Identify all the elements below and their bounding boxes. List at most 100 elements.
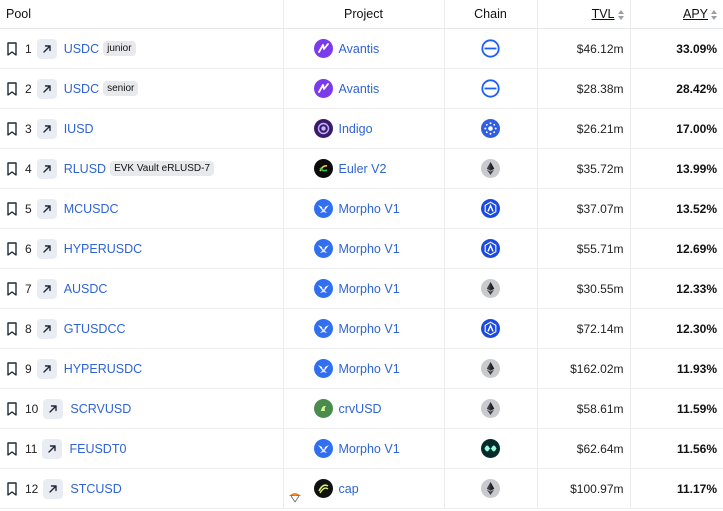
pool-symbol-link[interactable]: GTUSDCC	[64, 322, 126, 336]
external-link-button[interactable]	[36, 158, 57, 179]
bookmark-icon[interactable]	[6, 41, 18, 56]
chain-cell	[444, 68, 538, 109]
project-link[interactable]: Morpho V1	[339, 442, 400, 456]
rank-number: 5	[25, 201, 32, 216]
external-link-button[interactable]	[36, 118, 57, 139]
project-link[interactable]: Indigo	[339, 122, 373, 136]
avantis-logo	[313, 39, 333, 58]
external-link-button[interactable]	[43, 398, 64, 419]
pool-symbol-link[interactable]: MCUSDC	[64, 202, 119, 216]
rank-number: 7	[25, 281, 32, 296]
external-link-button[interactable]	[43, 478, 64, 499]
external-link-button[interactable]	[36, 238, 57, 259]
tvl-value: $62.64m	[537, 428, 631, 469]
bookmark-icon[interactable]	[6, 201, 18, 216]
project-cell: Morpho V1	[283, 348, 445, 389]
bookmark-icon[interactable]	[6, 361, 18, 376]
external-link-button[interactable]	[36, 38, 57, 59]
pools-table: Pool Project Chain TVL APY 1 USDC junior…	[0, 0, 723, 509]
pool-cell: 3 IUSD	[0, 108, 284, 149]
bookmark-icon[interactable]	[6, 121, 18, 136]
arrow-up-right-icon	[42, 84, 51, 93]
apy-value: 13.52%	[630, 188, 723, 229]
table-row: 10 SCRVUSD crvUSD $58.61m 11.59%	[0, 388, 723, 429]
chain-header-label: Chain	[474, 7, 507, 21]
pool-symbol-link[interactable]: AUSDC	[64, 282, 108, 296]
table-row: 8 GTUSDCC Morpho V1 $72.14m 12.30%	[0, 308, 723, 349]
morpho-logo	[313, 319, 333, 338]
pool-symbol-link[interactable]: IUSD	[64, 122, 94, 136]
bookmark-icon[interactable]	[6, 321, 18, 336]
pool-column-header: Pool	[0, 0, 284, 29]
external-link-button[interactable]	[36, 198, 57, 219]
chain-cell	[444, 308, 538, 349]
pool-cell: 6 HYPERUSDC	[0, 228, 284, 269]
project-link[interactable]: Avantis	[339, 42, 380, 56]
tvl-value: $26.21m	[537, 108, 631, 149]
project-link[interactable]: Morpho V1	[339, 242, 400, 256]
table-row: 12 STCUSD cap $100.97m 11.17%	[0, 468, 723, 509]
arrow-up-right-icon	[42, 284, 51, 293]
tvl-value: $30.55m	[537, 268, 631, 309]
project-header-label: Project	[344, 7, 383, 21]
arrow-up-right-icon	[42, 44, 51, 53]
project-cell: Avantis	[283, 68, 445, 109]
apy-value: 33.09%	[630, 28, 723, 69]
external-link-button[interactable]	[42, 438, 63, 459]
bookmark-icon[interactable]	[6, 441, 18, 456]
chain-cell	[444, 468, 538, 509]
project-link[interactable]: Morpho V1	[339, 202, 400, 216]
project-column-header: Project	[283, 0, 445, 29]
pool-symbol-link[interactable]: USDC	[64, 82, 99, 96]
apy-value: 11.59%	[630, 388, 723, 429]
tvl-value: $55.71m	[537, 228, 631, 269]
bookmark-icon[interactable]	[6, 161, 18, 176]
table-row: 11 FEUSDT0 Morpho V1 $62.64m 11.56%	[0, 428, 723, 469]
pool-symbol-link[interactable]: SCRVUSD	[70, 402, 131, 416]
project-link[interactable]: Morpho V1	[339, 322, 400, 336]
chain-cell	[444, 428, 538, 469]
pool-cell: 4 RLUSD EVK Vault eRLUSD-7	[0, 148, 284, 189]
apy-sort-header[interactable]: APY	[630, 0, 723, 29]
tvl-header-label[interactable]: TVL	[592, 7, 615, 21]
external-link-button[interactable]	[36, 358, 57, 379]
arrow-up-right-icon	[49, 404, 58, 413]
morpho-logo	[313, 359, 333, 378]
bookmark-icon[interactable]	[6, 481, 18, 496]
tvl-value: $162.02m	[537, 348, 631, 389]
project-link[interactable]: crvUSD	[339, 402, 382, 416]
pool-symbol-link[interactable]: HYPERUSDC	[64, 242, 143, 256]
tvl-value: $28.38m	[537, 68, 631, 109]
apy-value: 13.99%	[630, 148, 723, 189]
project-cell: Morpho V1	[283, 308, 445, 349]
apy-header-label[interactable]: APY	[683, 7, 708, 21]
tvl-value: $72.14m	[537, 308, 631, 349]
bookmark-icon[interactable]	[6, 281, 18, 296]
external-link-button[interactable]	[36, 318, 57, 339]
pool-symbol-link[interactable]: HYPERUSDC	[64, 362, 143, 376]
project-link[interactable]: Avantis	[339, 82, 380, 96]
project-link[interactable]: Morpho V1	[339, 282, 400, 296]
pool-cell: 2 USDC senior	[0, 68, 284, 109]
base-chain-icon	[481, 79, 500, 98]
arrow-up-right-icon	[42, 204, 51, 213]
arbitrum-chain-icon	[481, 199, 500, 218]
project-link[interactable]: Morpho V1	[339, 362, 400, 376]
pool-symbol-link[interactable]: STCUSD	[70, 482, 121, 496]
external-link-button[interactable]	[36, 278, 57, 299]
tvl-sort-header[interactable]: TVL	[537, 0, 631, 29]
pool-header-label: Pool	[6, 7, 32, 21]
pool-symbol-link[interactable]: RLUSD	[64, 162, 106, 176]
pool-symbol-link[interactable]: FEUSDT0	[69, 442, 126, 456]
pool-symbol-link[interactable]: USDC	[64, 42, 99, 56]
bookmark-icon[interactable]	[6, 401, 18, 416]
pool-meta-tag: EVK Vault eRLUSD-7	[110, 161, 215, 176]
bookmark-icon[interactable]	[6, 81, 18, 96]
project-link[interactable]: cap	[339, 482, 359, 496]
bookmark-icon[interactable]	[6, 241, 18, 256]
project-link[interactable]: Euler V2	[339, 162, 387, 176]
pool-cell: 5 MCUSDC	[0, 188, 284, 229]
rank-number: 4	[25, 161, 32, 176]
external-link-button[interactable]	[36, 78, 57, 99]
indigo-logo	[313, 119, 333, 138]
